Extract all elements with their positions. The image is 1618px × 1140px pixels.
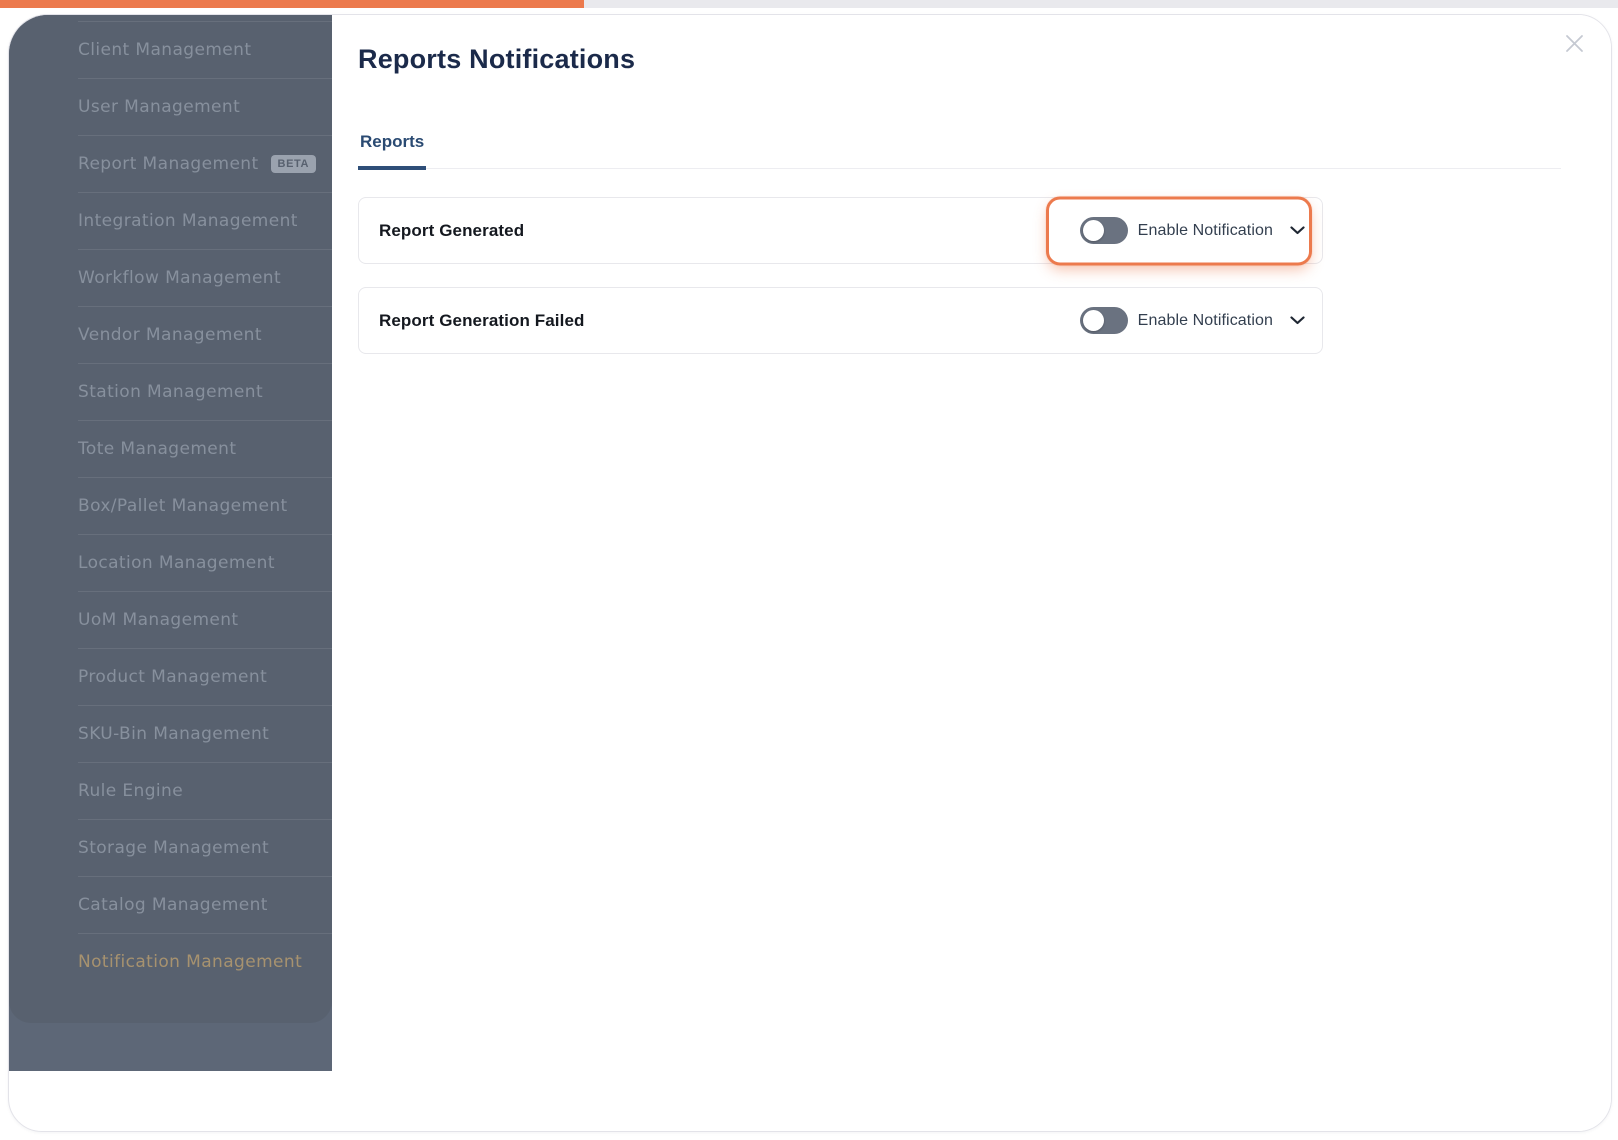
notification-row: Report Generation Failed Enable Notifica… — [358, 287, 1323, 354]
sidebar-item-label: Client Management — [78, 40, 252, 60]
sidebar-item-station-management[interactable]: Station Management — [78, 363, 332, 420]
sidebar-item-user-management[interactable]: User Management — [78, 78, 332, 135]
close-icon — [1565, 34, 1584, 56]
dropdown-label: Enable Notification — [1137, 311, 1273, 329]
sidebar-item-workflow-management[interactable]: Workflow Management — [78, 249, 332, 306]
notification-controls: Enable Notification — [1046, 196, 1312, 265]
sidebar-item-box-pallet-management[interactable]: Box/Pallet Management — [78, 477, 332, 534]
sidebar-item-label: Station Management — [78, 382, 264, 402]
toggle-knob — [1082, 220, 1104, 241]
notification-rows: Report Generated Enable Notification Rep… — [358, 196, 1323, 377]
sidebar-item-label: UoM Management — [78, 610, 239, 630]
sidebar-item-label: Notification Management — [78, 952, 303, 972]
sidebar-item-tote-management[interactable]: Tote Management — [78, 420, 332, 477]
notification-controls: Enable Notification — [1079, 307, 1305, 334]
sidebar-item-rule-engine[interactable]: Rule Engine — [78, 762, 332, 819]
page-title: Reports Notifications — [358, 44, 636, 74]
sidebar-item-vendor-management[interactable]: Vendor Management — [78, 306, 332, 363]
sidebar-item-label: Location Management — [78, 553, 275, 573]
notification-name: Report Generated — [379, 220, 525, 240]
reports-notifications-dialog: Reports Notifications Reports Report Gen… — [332, 15, 1611, 1131]
app-window: Client Management User Management Report M… — [8, 14, 1612, 1132]
dropdown-label: Enable Notification — [1137, 221, 1273, 239]
beta-badge: BETA — [270, 155, 317, 173]
sidebar-item-location-management[interactable]: Location Management — [78, 534, 332, 591]
sidebar-item-uom-management[interactable]: UoM Management — [78, 591, 332, 648]
sidebar-item-label: Vendor Management — [78, 325, 262, 345]
tab-reports[interactable]: Reports — [358, 128, 427, 170]
sidebar-item-label: Box/Pallet Management — [78, 496, 288, 516]
notification-name: Report Generation Failed — [379, 310, 585, 330]
enable-notification-dropdown[interactable]: Enable Notification — [1138, 222, 1305, 240]
tab-bar: Reports — [358, 128, 1561, 170]
sidebar-item-storage-management[interactable]: Storage Management — [78, 819, 332, 876]
sidebar-item-product-management[interactable]: Product Management — [78, 648, 332, 705]
sidebar-item-sku-bin-management[interactable]: SKU-Bin Management — [78, 705, 332, 762]
sidebar-item-label: Product Management — [78, 667, 268, 687]
progress-bar — [0, 0, 584, 8]
sidebar-item-label: Rule Engine — [78, 781, 184, 801]
chevron-down-icon — [1290, 316, 1305, 325]
sidebar-item-label: Integration Management — [78, 211, 298, 231]
sidebar-item-client-management[interactable]: Client Management — [78, 21, 332, 78]
sidebar-panel: Client Management User Management Report M… — [9, 15, 332, 1023]
sidebar-item-label: SKU-Bin Management — [78, 724, 270, 744]
notification-row: Report Generated Enable Notification — [358, 196, 1323, 265]
enable-notification-toggle[interactable] — [1079, 307, 1128, 334]
sidebar-item-notification-management[interactable]: Notification Management — [78, 933, 332, 990]
enable-notification-toggle[interactable] — [1079, 217, 1128, 244]
sidebar: Client Management User Management Report M… — [9, 15, 332, 1071]
sidebar-nav-list: Client Management User Management Report M… — [9, 21, 332, 990]
sidebar-item-label: Report Management — [78, 154, 259, 174]
sidebar-item-report-management[interactable]: Report Management BETA — [78, 135, 332, 192]
sidebar-item-label: Workflow Management — [78, 268, 282, 288]
enable-notification-dropdown[interactable]: Enable Notification — [1138, 312, 1305, 330]
sidebar-item-label: Tote Management — [78, 439, 237, 459]
top-strip — [0, 0, 1618, 8]
sidebar-item-label: Storage Management — [78, 838, 270, 858]
chevron-down-icon — [1290, 226, 1305, 235]
toggle-knob — [1082, 310, 1104, 331]
sidebar-item-label: Catalog Management — [78, 895, 268, 915]
sidebar-item-catalog-management[interactable]: Catalog Management — [78, 876, 332, 933]
sidebar-item-label: User Management — [78, 97, 241, 117]
close-button[interactable] — [1561, 32, 1587, 58]
sidebar-item-integration-management[interactable]: Integration Management — [78, 192, 332, 249]
